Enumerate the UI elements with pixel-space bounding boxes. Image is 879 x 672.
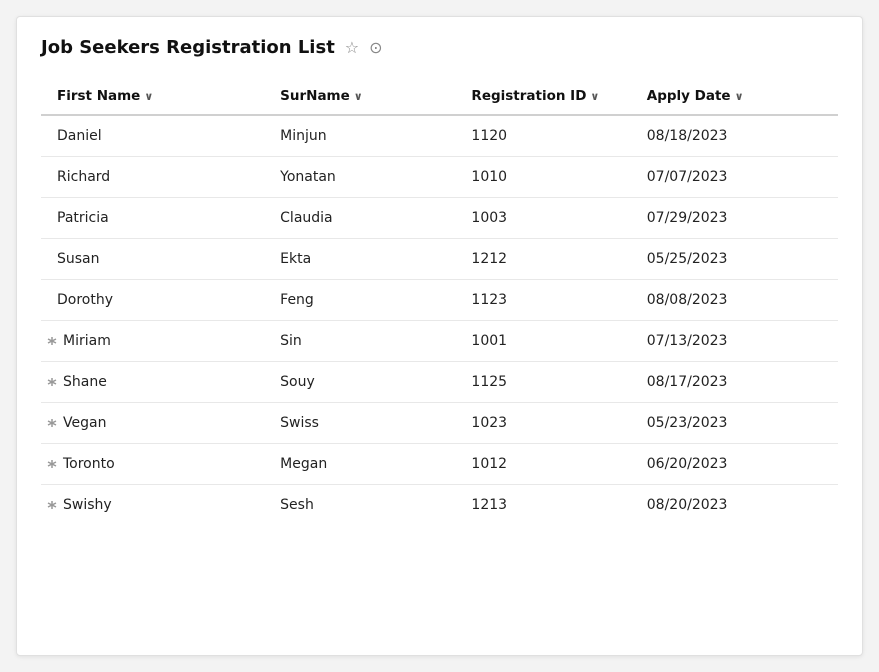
col-header-firstname[interactable]: First Name ∨: [41, 78, 264, 115]
table-row: Vegan Swiss102305/23/2023: [41, 403, 838, 444]
cell-applydate: 05/25/2023: [631, 239, 838, 280]
table-row: Patricia Claudia100307/29/2023: [41, 198, 838, 239]
firstname-value: Shane: [63, 374, 107, 390]
cell-regid: 1213: [455, 485, 630, 526]
col-header-applydate[interactable]: Apply Date ∨: [631, 78, 838, 115]
sort-icon-regid: ∨: [590, 90, 599, 103]
table-header-row: First Name ∨ SurName ∨ Registration ID ∨: [41, 78, 838, 115]
asterisk-marker: [47, 417, 57, 429]
cell-applydate: 06/20/2023: [631, 444, 838, 485]
firstname-value: Dorothy: [57, 292, 113, 308]
cell-applydate: 07/29/2023: [631, 198, 838, 239]
cell-surname: Megan: [264, 444, 455, 485]
col-firstname-label: First Name: [57, 88, 140, 104]
table-row: Swishy Sesh121308/20/2023: [41, 485, 838, 526]
cell-surname: Sesh: [264, 485, 455, 526]
cell-applydate: 08/20/2023: [631, 485, 838, 526]
cell-surname: Souy: [264, 362, 455, 403]
cell-surname: Minjun: [264, 115, 455, 157]
firstname-value: Miriam: [63, 333, 111, 349]
cell-regid: 1212: [455, 239, 630, 280]
firstname-value: Susan: [57, 251, 100, 267]
page-title: Job Seekers Registration List: [41, 37, 335, 58]
table-row: Toronto Megan101206/20/2023: [41, 444, 838, 485]
cell-firstname: Dorothy: [41, 280, 264, 321]
cell-regid: 1010: [455, 157, 630, 198]
firstname-value: Patricia: [57, 210, 109, 226]
cell-regid: 1012: [455, 444, 630, 485]
col-header-regid[interactable]: Registration ID ∨: [455, 78, 630, 115]
cell-regid: 1125: [455, 362, 630, 403]
firstname-value: Toronto: [63, 456, 115, 472]
asterisk-marker: [47, 335, 57, 347]
cell-regid: 1123: [455, 280, 630, 321]
firstname-value: Vegan: [63, 415, 106, 431]
cell-firstname: Richard: [41, 157, 264, 198]
cell-surname: Yonatan: [264, 157, 455, 198]
cell-surname: Sin: [264, 321, 455, 362]
cell-surname: Swiss: [264, 403, 455, 444]
cell-firstname: Swishy: [41, 485, 264, 526]
firstname-value: Richard: [57, 169, 110, 185]
check-icon[interactable]: ⊙: [369, 38, 382, 57]
star-icon[interactable]: ☆: [345, 38, 359, 57]
cell-applydate: 07/07/2023: [631, 157, 838, 198]
table-row: Shane Souy112508/17/2023: [41, 362, 838, 403]
asterisk-marker: [47, 376, 57, 388]
cell-surname: Feng: [264, 280, 455, 321]
registration-card: Job Seekers Registration List ☆ ⊙ First …: [16, 16, 863, 656]
cell-regid: 1120: [455, 115, 630, 157]
firstname-value: Swishy: [63, 497, 112, 513]
table-row: Miriam Sin100107/13/2023: [41, 321, 838, 362]
registration-table: First Name ∨ SurName ∨ Registration ID ∨: [41, 78, 838, 525]
cell-regid: 1023: [455, 403, 630, 444]
cell-applydate: 08/08/2023: [631, 280, 838, 321]
cell-surname: Ekta: [264, 239, 455, 280]
col-applydate-label: Apply Date: [647, 88, 731, 104]
cell-firstname: Shane: [41, 362, 264, 403]
cell-firstname: Patricia: [41, 198, 264, 239]
firstname-value: Daniel: [57, 128, 102, 144]
table-row: Dorothy Feng112308/08/2023: [41, 280, 838, 321]
asterisk-marker: [47, 458, 57, 470]
col-regid-label: Registration ID: [471, 88, 586, 104]
cell-applydate: 07/13/2023: [631, 321, 838, 362]
cell-applydate: 08/17/2023: [631, 362, 838, 403]
asterisk-marker: [47, 499, 57, 511]
table-row: Richard Yonatan101007/07/2023: [41, 157, 838, 198]
cell-applydate: 05/23/2023: [631, 403, 838, 444]
table-row: Daniel Minjun112008/18/2023: [41, 115, 838, 157]
card-header: Job Seekers Registration List ☆ ⊙: [41, 37, 838, 58]
cell-surname: Claudia: [264, 198, 455, 239]
sort-icon-firstname: ∨: [144, 90, 153, 103]
cell-firstname: Miriam: [41, 321, 264, 362]
sort-icon-surname: ∨: [354, 90, 363, 103]
col-header-surname[interactable]: SurName ∨: [264, 78, 455, 115]
col-surname-label: SurName: [280, 88, 350, 104]
cell-firstname: Toronto: [41, 444, 264, 485]
cell-applydate: 08/18/2023: [631, 115, 838, 157]
sort-icon-applydate: ∨: [735, 90, 744, 103]
cell-firstname: Vegan: [41, 403, 264, 444]
cell-firstname: Daniel: [41, 115, 264, 157]
cell-firstname: Susan: [41, 239, 264, 280]
table-row: Susan Ekta121205/25/2023: [41, 239, 838, 280]
cell-regid: 1001: [455, 321, 630, 362]
cell-regid: 1003: [455, 198, 630, 239]
